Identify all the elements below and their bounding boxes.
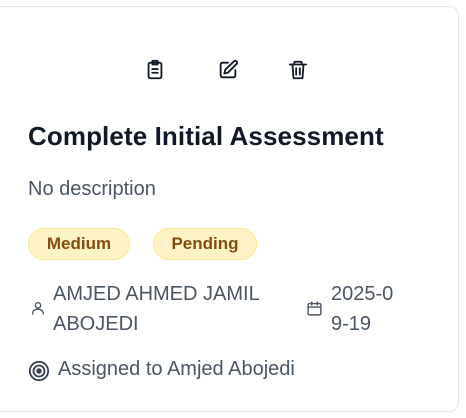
assigned-to-text: Assigned to Amjed Abojedi bbox=[58, 358, 295, 380]
status-badge: Pending bbox=[153, 228, 257, 260]
view-task-button[interactable] bbox=[142, 57, 168, 83]
calendar-icon bbox=[306, 300, 323, 317]
task-actions bbox=[0, 57, 458, 83]
task-description: No description bbox=[28, 178, 156, 200]
trash-icon bbox=[288, 60, 308, 80]
target-icon bbox=[28, 360, 50, 382]
edit-task-button[interactable] bbox=[215, 57, 241, 83]
task-card: Complete Initial Assessment No descripti… bbox=[0, 6, 459, 412]
clipboard-icon bbox=[147, 59, 163, 80]
user-icon bbox=[30, 300, 46, 316]
priority-badge: Medium bbox=[28, 228, 130, 260]
task-due-date: 2025-09-19 bbox=[331, 283, 394, 335]
task-title: Complete Initial Assessment bbox=[28, 121, 384, 151]
delete-task-button[interactable] bbox=[285, 57, 311, 83]
edit-icon bbox=[219, 59, 238, 79]
task-owner: AMJED AHMED JAMIL ABOJEDI bbox=[53, 283, 259, 335]
